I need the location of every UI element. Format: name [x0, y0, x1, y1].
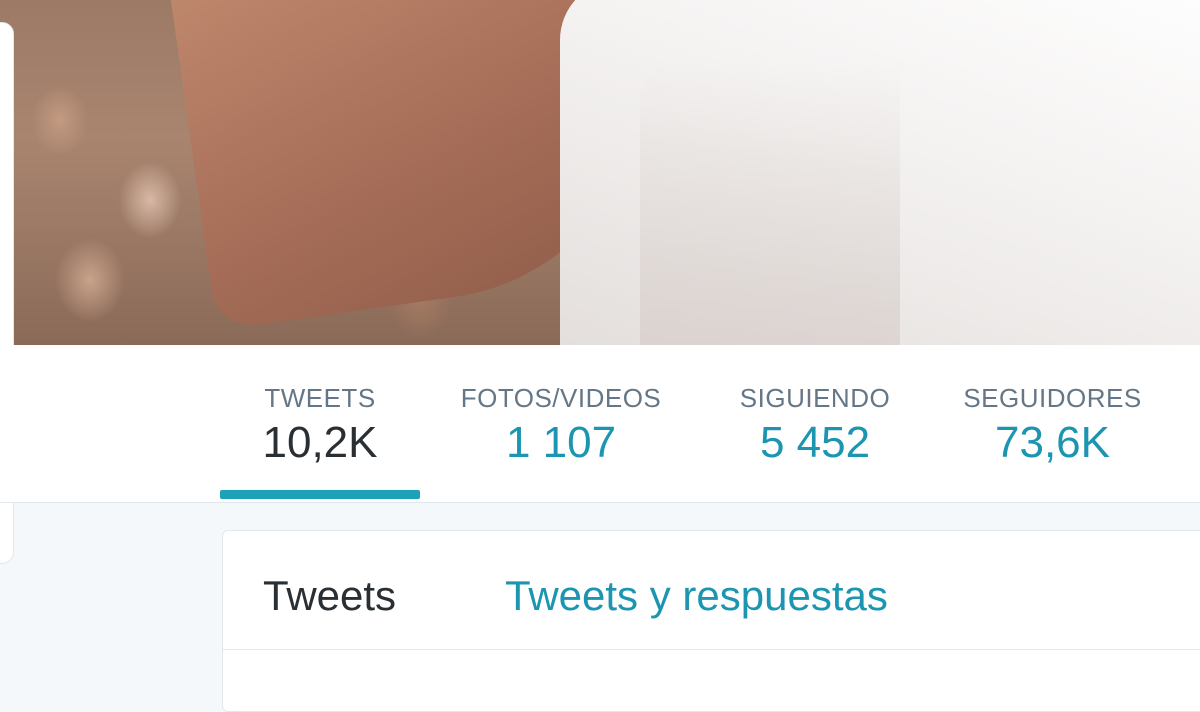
nav-stat-value: 5 452	[759, 418, 871, 467]
nav-stat-label: TWEETS	[264, 383, 376, 413]
nav-stat-tweets[interactable]: TWEETS 10,2K	[220, 383, 420, 495]
timeline-card: Tweets Tweets y respuestas	[222, 530, 1200, 712]
nav-stat-label: FOTOS/VIDEOS	[460, 383, 662, 413]
nav-stat-value: 1 107	[505, 418, 617, 467]
tab-tweets[interactable]: Tweets	[263, 571, 396, 621]
profile-nav-bar: TWEETS 10,2K FOTOS/VIDEOS 1 107 SIGUIEND…	[0, 345, 1200, 503]
nav-stat-label: SIGUIENDO	[739, 383, 891, 413]
banner-shirt-fold	[640, 60, 900, 345]
nav-stat-value: 10,2K	[262, 418, 378, 467]
card-divider	[223, 649, 1200, 650]
tab-tweets-and-replies[interactable]: Tweets y respuestas	[505, 571, 888, 621]
nav-stat-photos-videos[interactable]: FOTOS/VIDEOS 1 107	[450, 383, 672, 495]
nav-stat-label: SEGUIDORES	[963, 383, 1142, 413]
header-banner-photo	[0, 0, 1200, 345]
active-tab-indicator	[220, 490, 420, 499]
nav-stat-followers[interactable]: SEGUIDORES 73,6K	[950, 383, 1155, 495]
nav-stat-value: 73,6K	[995, 418, 1110, 467]
nav-stat-following[interactable]: SIGUIENDO 5 452	[725, 383, 905, 495]
